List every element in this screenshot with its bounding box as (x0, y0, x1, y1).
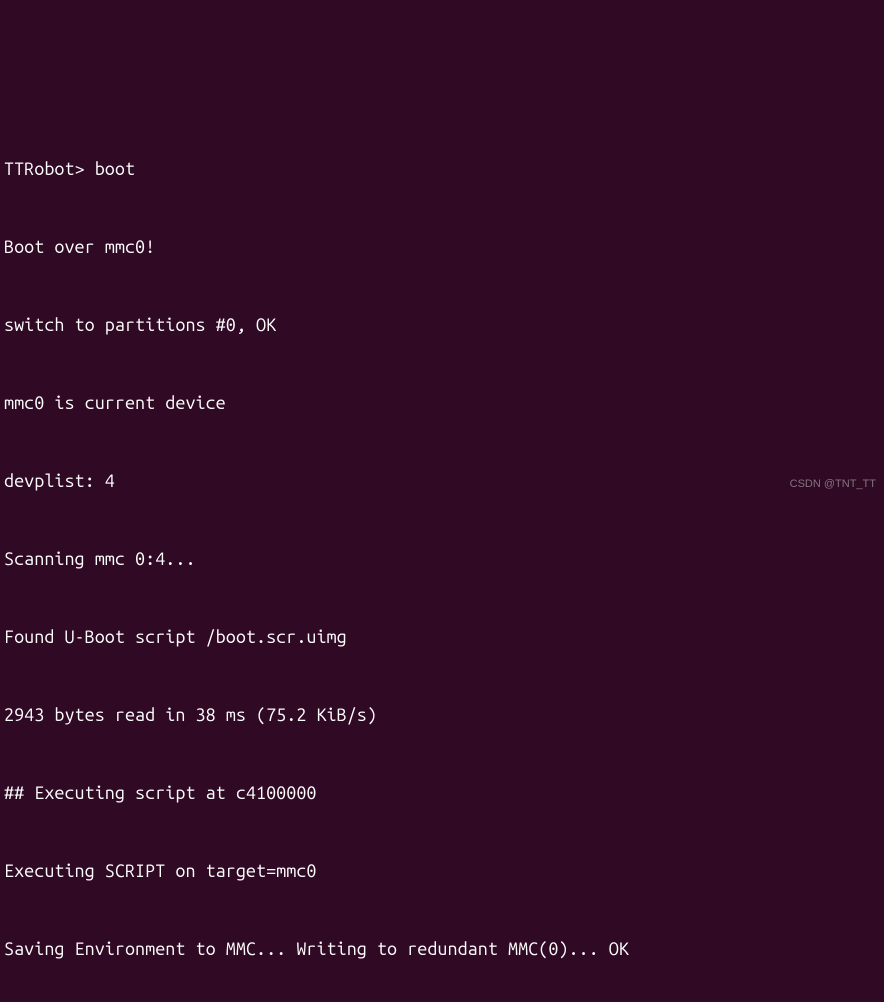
output-line: switch to partitions #0, OK (4, 312, 880, 338)
output-line: TTRobot> boot (4, 156, 880, 182)
output-line: Found U-Boot script /boot.scr.uimg (4, 624, 880, 650)
watermark: CSDN @TNT_TT (790, 471, 876, 497)
output-line: 2943 bytes read in 38 ms (75.2 KiB/s) (4, 702, 880, 728)
output-line: ## Executing script at c4100000 (4, 780, 880, 806)
output-line: devplist: 4 (4, 468, 880, 494)
output-line: Boot over mmc0! (4, 234, 880, 260)
output-line: Saving Environment to MMC... Writing to … (4, 936, 880, 962)
output-line: Executing SCRIPT on target=mmc0 (4, 858, 880, 884)
output-line: mmc0 is current device (4, 390, 880, 416)
output-line: Scanning mmc 0:4... (4, 546, 880, 572)
terminal-output: TTRobot> boot Boot over mmc0! switch to … (4, 104, 880, 1002)
